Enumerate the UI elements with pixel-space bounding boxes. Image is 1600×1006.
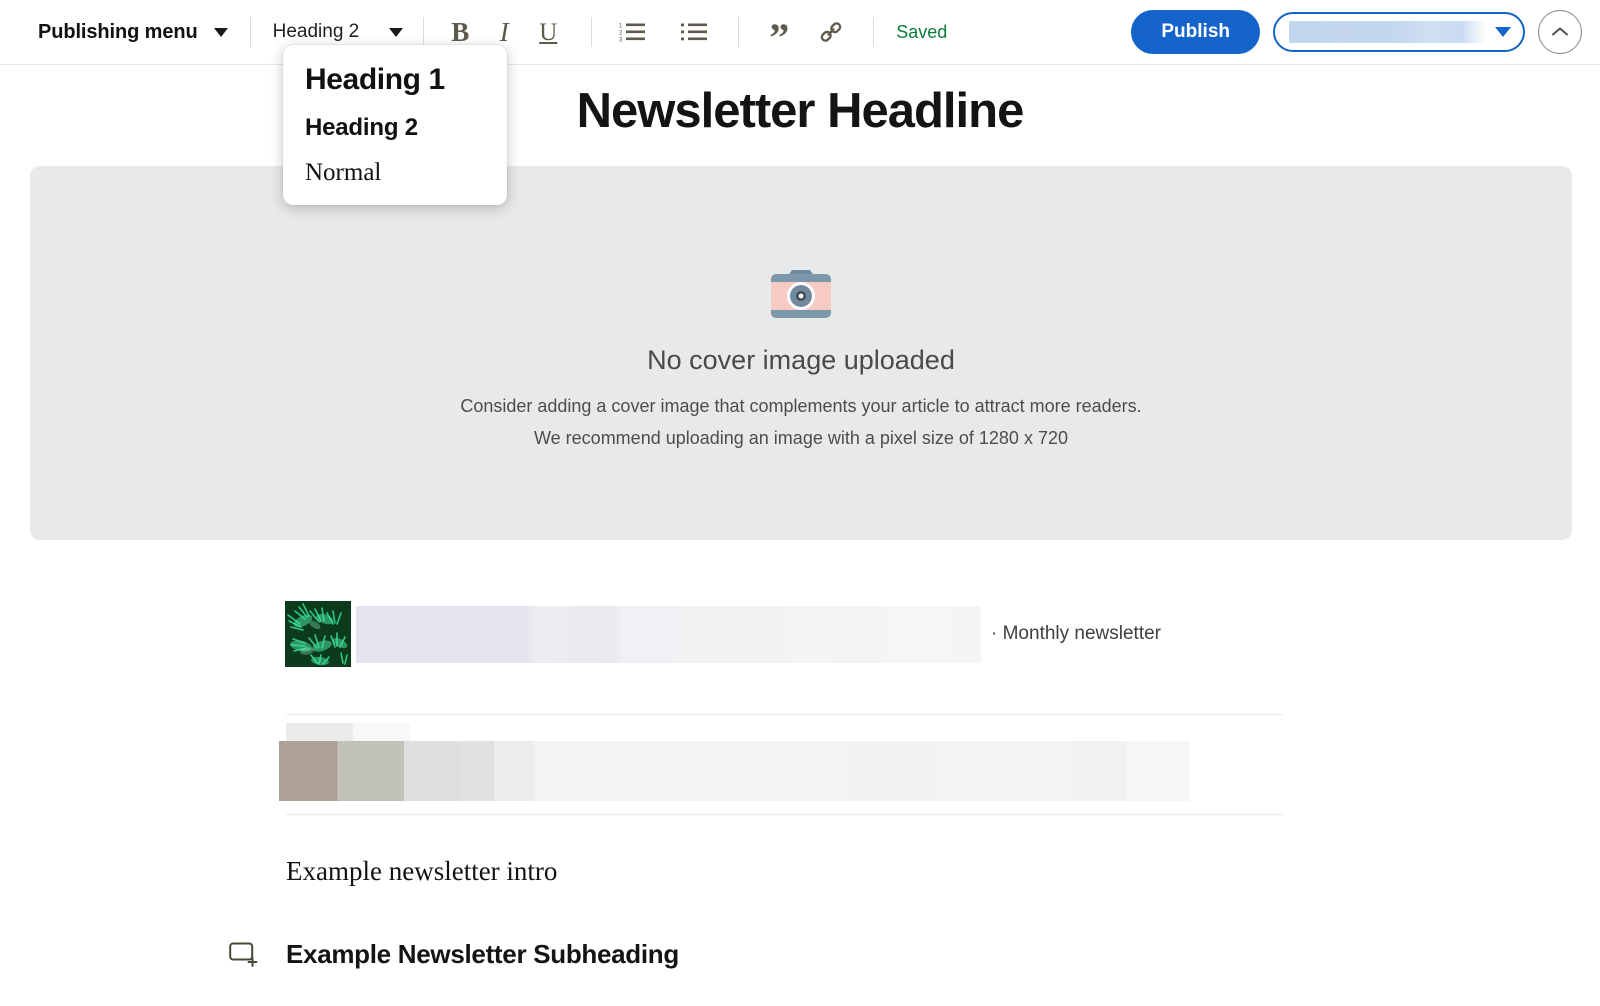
byline-row: · Monthly newsletter: [285, 601, 1285, 667]
plant-leaves-thumbnail[interactable]: [285, 601, 351, 667]
text-style-picker[interactable]: Heading 2: [273, 21, 404, 43]
cover-placeholder-subtitle-1: Consider adding a cover image that compl…: [460, 396, 1142, 416]
byline-publication: · Monthly newsletter: [991, 623, 1161, 645]
saved-status: Saved: [896, 21, 948, 42]
style-option-heading-1[interactable]: Heading 1: [283, 57, 507, 106]
text-style-picker-value: Heading 2: [272, 21, 360, 42]
account-select[interactable]: [1273, 12, 1525, 52]
style-option-heading-2[interactable]: Heading 2: [283, 106, 507, 152]
toolbar-divider: [423, 17, 425, 47]
svg-text:3: 3: [619, 38, 623, 44]
byline-author-redacted: [356, 605, 981, 663]
toolbar-divider: [591, 17, 593, 47]
insert-group: ”: [757, 11, 853, 58]
account-select-value: [1289, 21, 1485, 43]
camera-icon: [769, 266, 833, 325]
toolbar-divider: [249, 17, 251, 47]
numbered-list-icon: 1 2 3: [619, 23, 646, 44]
italic-icon: I: [499, 16, 509, 47]
text-style-dropdown-menu: Heading 1 Heading 2 Normal: [283, 45, 507, 205]
cover-image-placeholder[interactable]: No cover image uploaded Consider adding …: [30, 166, 1572, 540]
chevron-down-icon: [389, 27, 404, 37]
underline-button[interactable]: U: [526, 11, 570, 53]
list-format-group: 1 2 3: [610, 11, 716, 53]
add-block-icon[interactable]: [228, 938, 260, 970]
editor-toolbar: Publishing menu Heading 2 B I U 1 2 3 ” …: [0, 0, 1600, 65]
document-headline[interactable]: Newsletter Headline: [0, 83, 1600, 139]
link-button[interactable]: [809, 11, 853, 53]
publish-button[interactable]: Publish: [1131, 10, 1260, 54]
svg-text:1: 1: [619, 24, 623, 30]
subheading-row: Example Newsletter Subheading: [228, 938, 679, 970]
byline-publication-label: Monthly newsletter: [1002, 623, 1162, 644]
plant-leaves-image: [285, 601, 351, 667]
cover-placeholder-subtitle-2: We recommend uploading an image with a p…: [534, 428, 1068, 448]
body-divider-top: [286, 714, 1283, 715]
body-redacted-line: [286, 723, 410, 741]
bulleted-list-button[interactable]: [672, 11, 716, 53]
chevron-down-icon: [1495, 27, 1511, 37]
numbered-list-button[interactable]: 1 2 3: [610, 11, 654, 53]
publishing-menu-button[interactable]: Publishing menu: [38, 21, 228, 44]
blockquote-button[interactable]: ”: [757, 11, 801, 58]
link-icon: [821, 22, 842, 42]
svg-text:2: 2: [619, 31, 623, 37]
bulleted-list-icon: [681, 23, 708, 41]
collapse-toolbar-button[interactable]: [1538, 10, 1582, 54]
toolbar-right-cluster: Publish: [1131, 10, 1582, 54]
style-option-normal[interactable]: Normal: [283, 152, 507, 191]
body-divider-bottom: [286, 814, 1283, 815]
publishing-menu-label: Publishing menu: [38, 20, 198, 43]
chevron-down-icon: [213, 27, 228, 37]
chevron-up-icon: [1552, 27, 1568, 36]
underline-icon: U: [539, 18, 558, 46]
intro-paragraph[interactable]: Example newsletter intro: [286, 856, 557, 887]
bold-icon: B: [451, 16, 470, 47]
cover-placeholder-title: No cover image uploaded: [647, 345, 955, 375]
body-redacted-block[interactable]: [279, 741, 1190, 801]
toolbar-divider: [738, 17, 740, 47]
subheading-text[interactable]: Example Newsletter Subheading: [286, 939, 679, 970]
byline-separator: ·: [991, 623, 998, 644]
toolbar-divider: [873, 17, 875, 47]
